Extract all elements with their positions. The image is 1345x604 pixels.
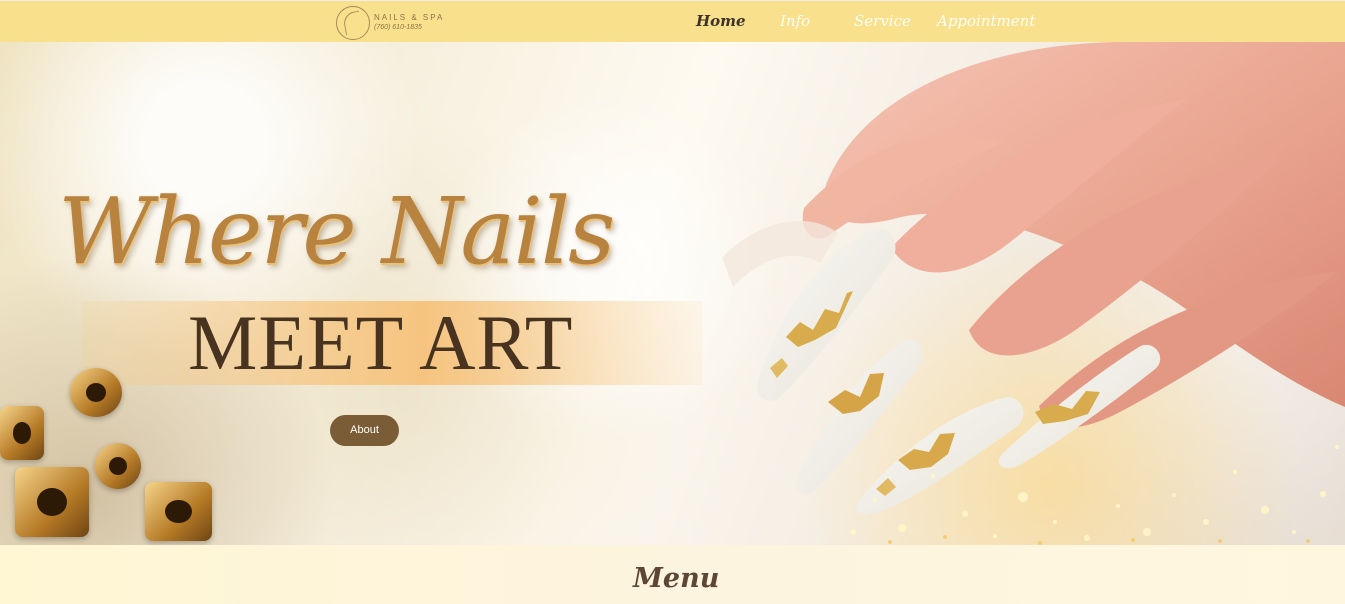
nav-service-link[interactable]: Service [854,12,911,30]
top-navigation-bar: NAILS & SPA (760) 610-1835 Home Info Ser… [0,0,1345,42]
nav-home-link[interactable]: Home [696,12,746,30]
nav-info-link[interactable]: Info [780,12,810,30]
nail-polish-bottles-image [0,368,220,545]
nav-appointment-link[interactable]: Appointment [937,12,1035,30]
about-button[interactable]: About [330,415,399,446]
hero-script-heading: Where Nails [58,178,615,285]
gold-sparkles-decoration [850,445,1339,545]
polish-drop-icon [70,368,122,417]
polish-bottle-icon [15,467,89,537]
hero-banner: Where Nails MEET ART About [0,42,1345,545]
polish-drop-icon [95,443,141,489]
polish-bottle-icon [145,482,212,541]
polish-bottle-icon [0,406,44,460]
menu-section: Menu [0,545,1345,604]
main-navigation: Home Info Service Appointment [0,12,1345,34]
menu-heading: Menu [633,563,720,594]
hero-caps-heading: MEET ART [188,299,574,386]
